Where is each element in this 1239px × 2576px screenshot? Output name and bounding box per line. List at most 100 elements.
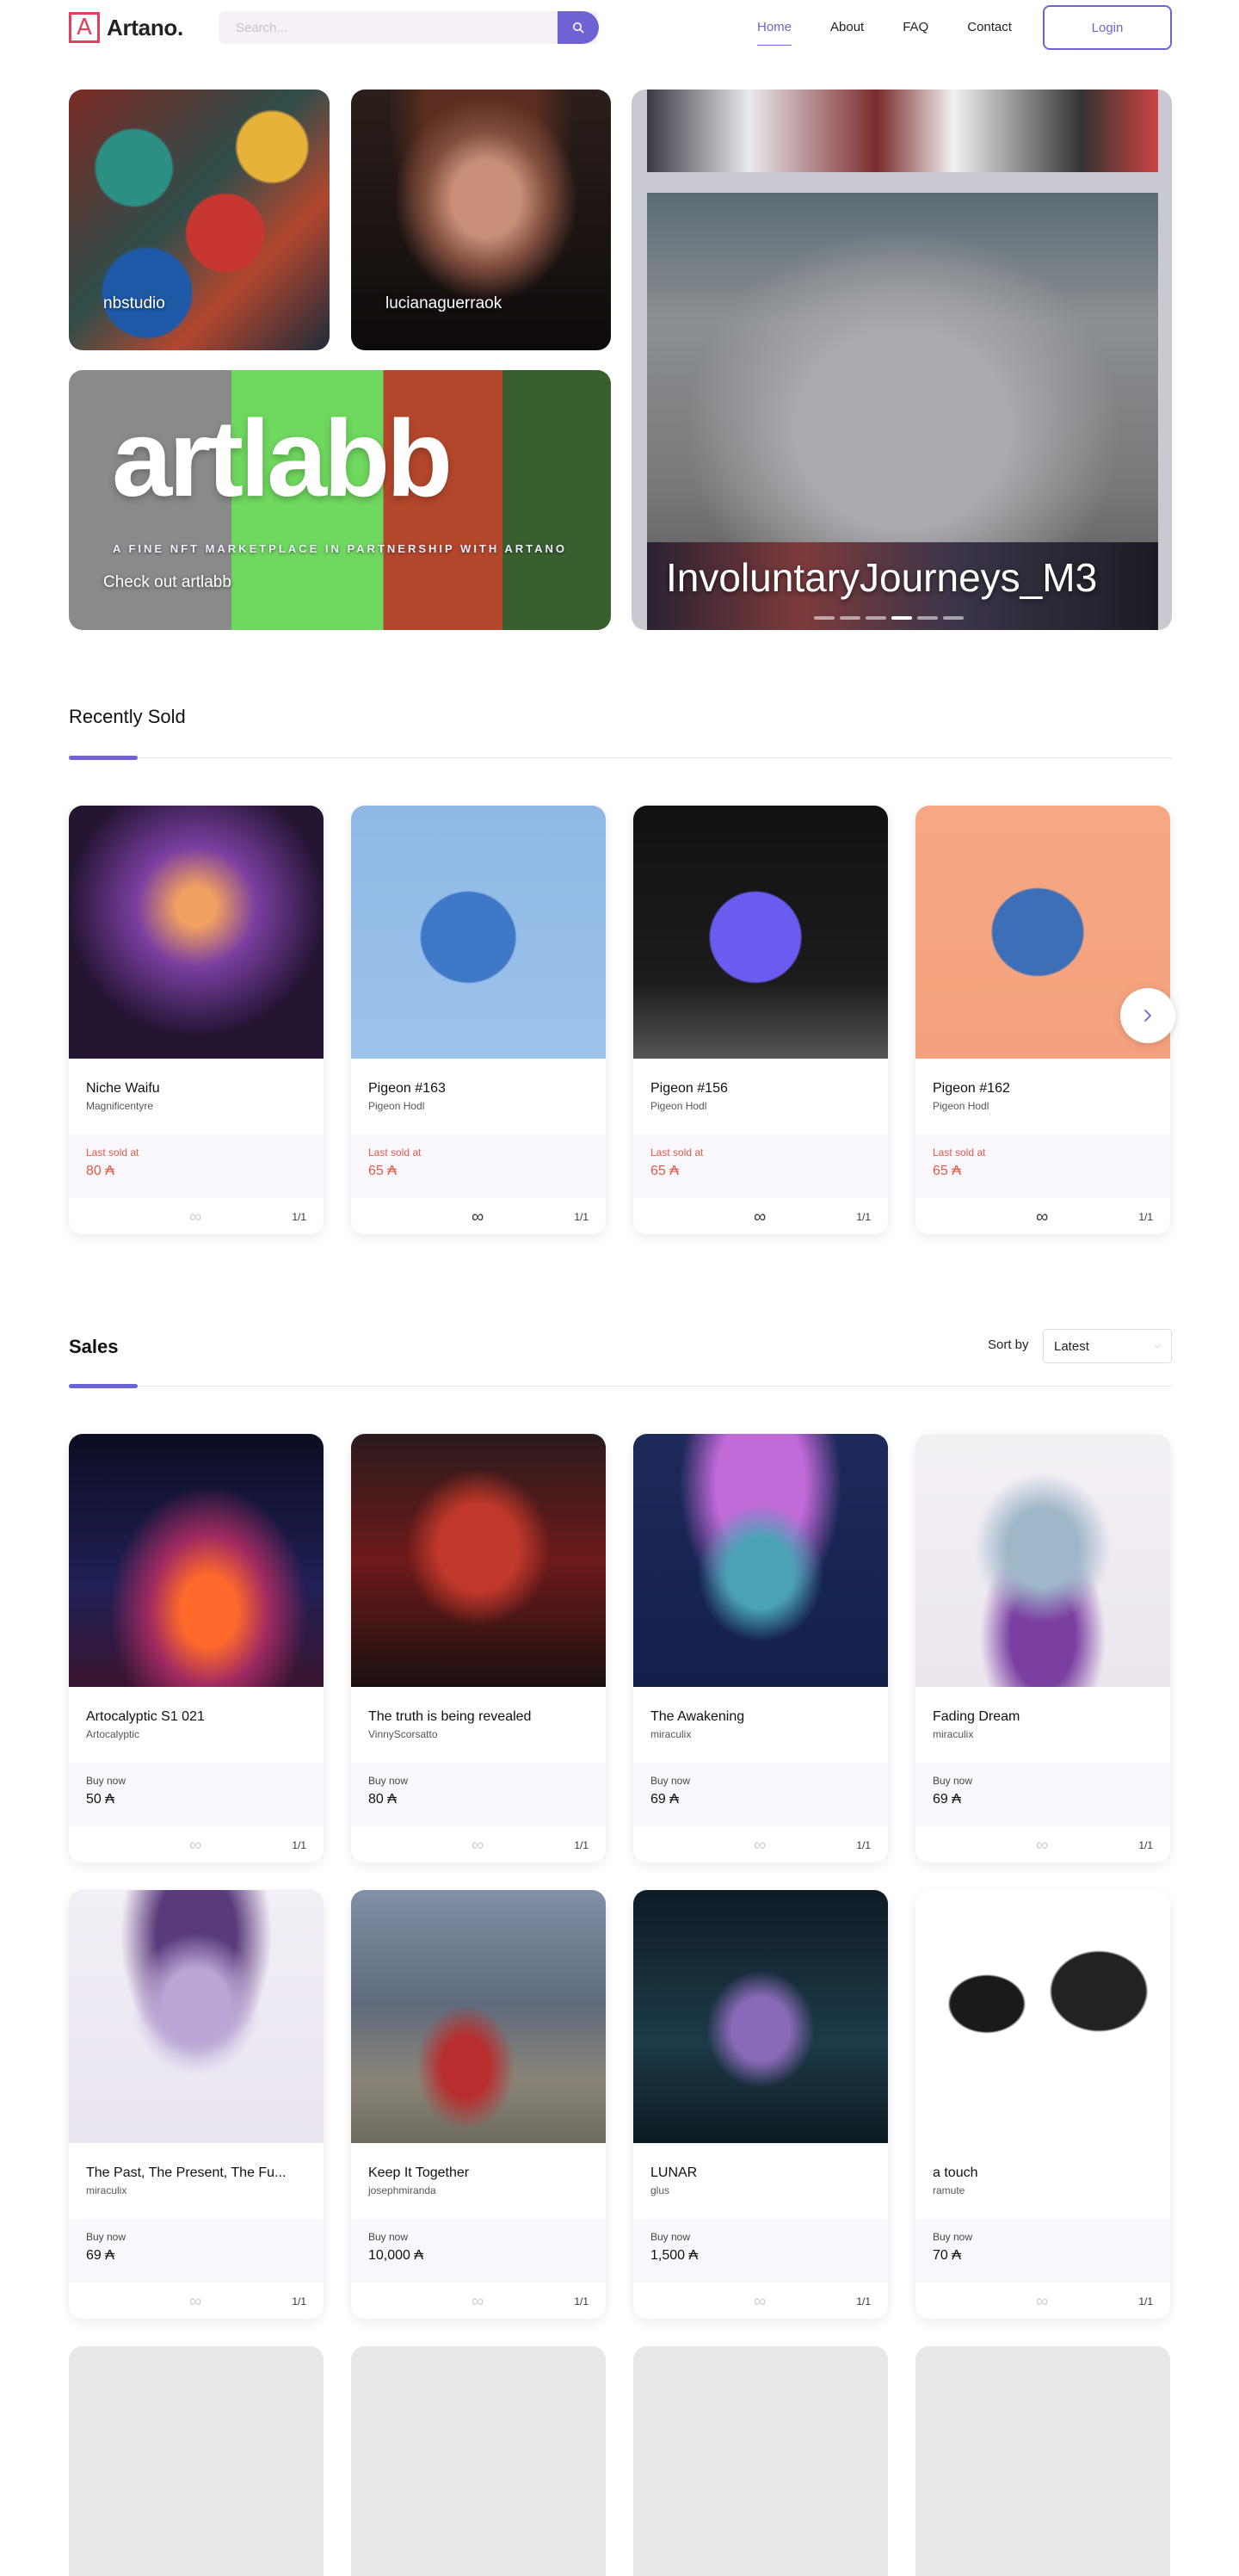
chevron-right-icon [1144, 1010, 1151, 1022]
carousel-dot[interactable] [814, 616, 835, 620]
nft-name: Pigeon #162 [933, 1081, 1010, 1096]
infinity-icon: ∞ [754, 1208, 767, 1226]
search-box [219, 11, 597, 44]
nft-creator[interactable]: VinnyScorsatto [368, 1728, 438, 1740]
nft-creator[interactable]: miraculix [933, 1728, 973, 1740]
logo-text: Artano. [107, 14, 183, 40]
nft-price: 69 ₳ [86, 2248, 114, 2263]
sort-value: Latest [1054, 1338, 1089, 1354]
price-label: Buy now [650, 1775, 691, 1787]
nav-home[interactable]: Home [757, 15, 792, 46]
nft-price: 69 ₳ [650, 1792, 679, 1807]
search-button[interactable] [558, 11, 599, 44]
section-divider [69, 757, 1172, 758]
featured-image-top [647, 90, 1158, 172]
price-label: Buy now [933, 2231, 973, 2243]
nft-creator[interactable]: Pigeon Hodl [650, 1100, 706, 1112]
nft-card[interactable]: Keep It Together josephmiranda Buy now 1… [351, 1890, 606, 2319]
nft-creator[interactable]: ramute [933, 2184, 965, 2196]
infinity-icon: ∞ [1036, 2292, 1049, 2311]
nft-creator[interactable]: josephmiranda [368, 2184, 436, 2196]
nft-creator[interactable]: miraculix [650, 1728, 691, 1740]
nft-card[interactable]: Artocalyptic S1 021 Artocalyptic Buy now… [69, 1434, 324, 1863]
carousel-dot-active[interactable] [891, 616, 912, 620]
card-placeholder [915, 2346, 1170, 2576]
nft-creator[interactable]: Pigeon Hodl [368, 1100, 424, 1112]
infinity-icon: ∞ [1036, 1208, 1049, 1226]
price-label: Buy now [933, 1775, 973, 1787]
nft-name: The Past, The Present, The Fu... [86, 2165, 287, 2180]
login-button[interactable]: Login [1043, 5, 1172, 50]
nft-name: The Awakening [650, 1709, 745, 1724]
nft-price: 50 ₳ [86, 1792, 114, 1807]
sort-label: Sort by [988, 1337, 1029, 1352]
price-label: Last sold at [650, 1146, 704, 1158]
nft-card[interactable]: Niche Waifu Magnificentyre Last sold at … [69, 806, 324, 1234]
carousel-next-button[interactable] [1120, 988, 1175, 1043]
edition-count: 1/1 [292, 1211, 306, 1223]
search-icon [573, 22, 584, 34]
card-placeholder [69, 2346, 324, 2576]
infinity-icon: ∞ [754, 2292, 767, 2311]
hero-tile-nbstudio[interactable]: nbstudio [69, 90, 330, 350]
nft-card[interactable]: Pigeon #156 Pigeon Hodl Last sold at 65 … [633, 806, 888, 1234]
price-label: Buy now [368, 1775, 409, 1787]
nft-image [915, 1434, 1170, 1687]
section-accent [69, 1384, 138, 1388]
nft-card[interactable]: Fading Dream miraculix Buy now 69 ₳ ∞ 1/… [915, 1434, 1170, 1863]
nft-creator[interactable]: Magnificentyre [86, 1100, 153, 1112]
hero-tile-artlabb[interactable]: artlabb A FINE NFT MARKETPLACE IN PARTNE… [69, 370, 611, 630]
infinity-icon: ∞ [189, 1208, 202, 1226]
nft-card[interactable]: The Past, The Present, The Fu... miracul… [69, 1890, 324, 2319]
hero-tile-label: nbstudio [103, 294, 165, 312]
search-input[interactable] [219, 11, 597, 44]
nft-card[interactable]: a touch ramute Buy now 70 ₳ ∞ 1/1 [915, 1890, 1170, 2319]
logo-mark: A [69, 12, 100, 43]
edition-count: 1/1 [574, 2295, 589, 2307]
nft-card[interactable]: The truth is being revealed VinnyScorsat… [351, 1434, 606, 1863]
nft-card[interactable]: The Awakening miraculix Buy now 69 ₳ ∞ 1… [633, 1434, 888, 1863]
sort-select[interactable]: Latest ⌵ [1043, 1329, 1172, 1363]
artlabb-logo-text: artlabb [112, 398, 453, 519]
nft-price: 1,500 ₳ [650, 2248, 699, 2263]
nft-name: a touch [933, 2165, 978, 2180]
recently-sold-title: Recently Sold [69, 706, 186, 727]
carousel-dot[interactable] [917, 616, 938, 620]
nft-image [351, 806, 606, 1059]
nav-about[interactable]: About [830, 15, 864, 40]
nft-price: 70 ₳ [933, 2248, 961, 2263]
nft-image [633, 1434, 888, 1687]
nft-creator[interactable]: miraculix [86, 2184, 126, 2196]
edition-count: 1/1 [1138, 2295, 1153, 2307]
infinity-icon: ∞ [189, 2292, 202, 2311]
edition-count: 1/1 [1138, 1211, 1153, 1223]
section-divider [69, 1386, 1172, 1387]
price-label: Last sold at [86, 1146, 139, 1158]
nft-name: Fading Dream [933, 1709, 1020, 1724]
nft-name: LUNAR [650, 2165, 698, 2180]
hero-featured-carousel[interactable]: InvoluntaryJourneys_M3 [632, 90, 1172, 630]
carousel-dot[interactable] [943, 616, 964, 620]
logo[interactable]: A Artano. [69, 12, 183, 43]
price-label: Buy now [650, 2231, 691, 2243]
nft-image [633, 1890, 888, 2143]
nft-creator[interactable]: Pigeon Hodl [933, 1100, 989, 1112]
carousel-dot[interactable] [866, 616, 886, 620]
infinity-icon: ∞ [1036, 1836, 1049, 1855]
nft-card[interactable]: Pigeon #163 Pigeon Hodl Last sold at 65 … [351, 806, 606, 1234]
nav-contact[interactable]: Contact [967, 15, 1012, 40]
nft-creator[interactable]: Artocalyptic [86, 1728, 139, 1740]
main-nav: Home About FAQ Contact [757, 0, 1012, 55]
price-label: Buy now [368, 2231, 409, 2243]
chevron-down-icon: ⌵ [1154, 1341, 1161, 1350]
nav-faq[interactable]: FAQ [903, 15, 928, 40]
artlabb-subtitle: A FINE NFT MARKETPLACE IN PARTNERSHIP WI… [112, 542, 568, 555]
carousel-dot[interactable] [840, 616, 860, 620]
nft-name: Keep It Together [368, 2165, 470, 2180]
nft-card[interactable]: LUNAR glus Buy now 1,500 ₳ ∞ 1/1 [633, 1890, 888, 2319]
nft-creator[interactable]: glus [650, 2184, 669, 2196]
nft-image [69, 1890, 324, 2143]
hero-tile-lucianaguerraok[interactable]: lucianaguerraok [351, 90, 611, 350]
infinity-icon: ∞ [472, 1836, 484, 1855]
card-placeholder [633, 2346, 888, 2576]
